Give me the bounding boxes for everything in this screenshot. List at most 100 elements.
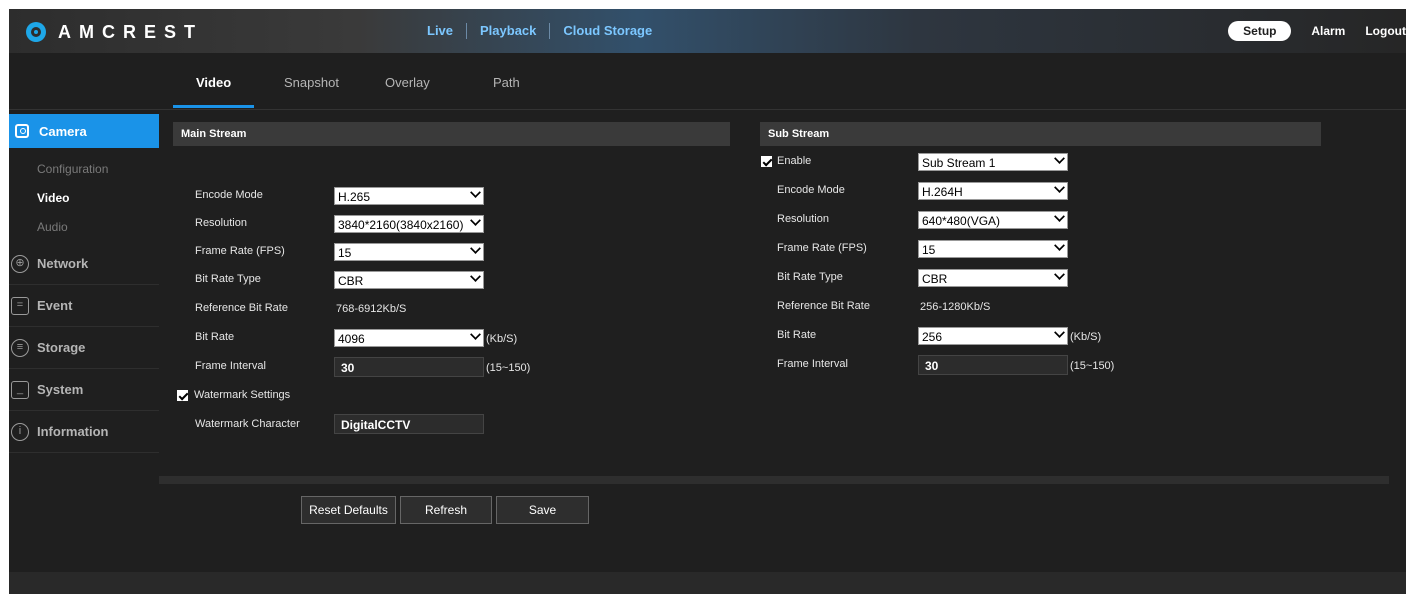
chevron-down-icon <box>470 329 481 340</box>
footer-bar <box>9 572 1406 594</box>
sidebar-item-label: Storage <box>37 340 86 355</box>
logo-text: AMCREST <box>58 21 203 42</box>
select-value: 256 <box>922 330 943 344</box>
sidebar-item-camera[interactable]: Camera <box>9 114 174 148</box>
sidebar-subitem-video[interactable]: Video <box>37 191 69 205</box>
chevron-down-icon <box>1054 182 1065 193</box>
alarm-link[interactable]: Alarm <box>1311 24 1345 38</box>
sidebar-item-label: Event <box>37 298 73 313</box>
app-window: AMCREST Live Playback Cloud Storage Setu… <box>9 9 1406 594</box>
info-icon: i <box>11 422 29 441</box>
main-frame-rate-select[interactable]: 15 <box>334 243 484 261</box>
main-bit-rate-unit: (Kb/S) <box>486 333 518 345</box>
sidebar-subitem-audio[interactable]: Audio <box>37 220 68 234</box>
select-value: Sub Stream 1 <box>922 156 996 170</box>
sidebar: Camera Configuration Video Audio ⊕ Netwo… <box>9 53 174 594</box>
chevron-down-icon <box>1054 240 1065 251</box>
sub-bit-rate-unit: (Kb/S) <box>1070 331 1102 343</box>
tab-bar: Video Snapshot Overlay Path <box>159 53 1406 110</box>
select-value: H.264H <box>922 185 963 199</box>
sidebar-item-label: Network <box>37 256 89 271</box>
sub-bit-rate-label: Bit Rate <box>777 329 817 341</box>
sidebar-item-network[interactable]: ⊕ Network <box>9 243 159 285</box>
sub-stream-header: Sub Stream <box>760 122 1321 146</box>
main-resolution-select[interactable]: 3840*2160(3840x2160) <box>334 215 484 233</box>
select-value: 15 <box>922 243 936 257</box>
chevron-down-icon <box>470 215 481 226</box>
nav-playback[interactable]: Playback <box>467 23 551 39</box>
select-value: 640*480(VGA) <box>922 214 1001 228</box>
settings-panel: Main Stream Encode Mode H.265 Resolution… <box>159 111 1406 561</box>
setup-button[interactable]: Setup <box>1228 21 1292 41</box>
save-button[interactable]: Save <box>496 496 589 524</box>
select-value: CBR <box>338 274 364 288</box>
chevron-down-icon <box>1054 153 1065 164</box>
sub-frame-interval-label: Frame Interval <box>777 358 848 370</box>
sub-bit-rate-type-select[interactable]: CBR <box>918 269 1068 287</box>
sub-encode-mode-select[interactable]: H.264H <box>918 182 1068 200</box>
sub-stream-enable-label: Enable <box>777 155 812 167</box>
main-ref-bit-rate-label: Reference Bit Rate <box>195 302 288 314</box>
sidebar-spacer <box>9 53 159 110</box>
main-bit-rate-type-label: Bit Rate Type <box>195 273 261 285</box>
select-value: 15 <box>338 246 352 260</box>
reset-defaults-button[interactable]: Reset Defaults <box>301 496 396 524</box>
sub-bit-rate-select[interactable]: 256 <box>918 327 1068 345</box>
main-frame-interval-range: (15~150) <box>486 362 531 374</box>
select-value: 3840*2160(3840x2160) <box>338 218 464 232</box>
sub-encode-mode-label: Encode Mode <box>777 184 845 196</box>
refresh-button[interactable]: Refresh <box>400 496 492 524</box>
logo: AMCREST <box>26 21 203 43</box>
nav-cloud-storage[interactable]: Cloud Storage <box>550 23 665 39</box>
sub-resolution-label: Resolution <box>777 213 829 225</box>
watermark-character-input[interactable]: DigitalCCTV <box>334 414 484 434</box>
sub-resolution-select[interactable]: 640*480(VGA) <box>918 211 1068 229</box>
tab-snapshot[interactable]: Snapshot <box>284 75 339 90</box>
tab-path[interactable]: Path <box>493 75 520 90</box>
chevron-down-icon <box>470 271 481 282</box>
sidebar-item-label: Camera <box>39 123 87 139</box>
right-nav: Setup Alarm Logout <box>1228 9 1406 53</box>
storage-icon: ≡ <box>11 338 29 357</box>
sub-stream-select[interactable]: Sub Stream 1 <box>918 153 1068 171</box>
main-bit-rate-type-select[interactable]: CBR <box>334 271 484 289</box>
top-bar: AMCREST Live Playback Cloud Storage Setu… <box>9 9 1406 53</box>
main-frame-rate-label: Frame Rate (FPS) <box>195 245 285 257</box>
monitor-icon: _ <box>11 380 29 399</box>
nav-live[interactable]: Live <box>414 23 468 39</box>
sidebar-subitem-configuration[interactable]: Configuration <box>37 162 108 176</box>
logout-link[interactable]: Logout <box>1365 24 1406 38</box>
sidebar-item-label: Information <box>37 424 109 439</box>
main-nav: Live Playback Cloud Storage <box>414 9 665 53</box>
sub-ref-bit-rate-label: Reference Bit Rate <box>777 300 870 312</box>
main-encode-mode-select[interactable]: H.265 <box>334 187 484 205</box>
globe-icon: ⊕ <box>11 254 29 273</box>
main-stream-header: Main Stream <box>173 122 730 146</box>
sidebar-item-information[interactable]: i Information <box>9 411 159 453</box>
sub-stream-enable-checkbox[interactable] <box>761 156 772 167</box>
sidebar-item-label: System <box>37 382 84 397</box>
sub-frame-rate-label: Frame Rate (FPS) <box>777 242 867 254</box>
main-frame-interval-input[interactable]: 30 <box>334 357 484 377</box>
chevron-down-icon <box>470 243 481 254</box>
sidebar-item-system[interactable]: _ System <box>9 369 159 411</box>
sub-bit-rate-type-label: Bit Rate Type <box>777 271 843 283</box>
sidebar-item-storage[interactable]: ≡ Storage <box>9 327 159 369</box>
tab-video[interactable]: Video <box>196 75 231 90</box>
watermark-checkbox[interactable] <box>177 390 188 401</box>
chevron-down-icon <box>1054 327 1065 338</box>
chevron-down-icon <box>1054 269 1065 280</box>
sub-frame-interval-range: (15~150) <box>1070 360 1115 372</box>
select-value: H.265 <box>338 190 371 204</box>
select-value: CBR <box>922 272 948 286</box>
sub-frame-rate-select[interactable]: 15 <box>918 240 1068 258</box>
tab-overlay[interactable]: Overlay <box>385 75 430 90</box>
sub-frame-interval-input[interactable]: 30 <box>918 355 1068 375</box>
section-divider <box>159 476 1389 484</box>
sidebar-item-event[interactable]: = Event <box>9 285 159 327</box>
main-bit-rate-label: Bit Rate <box>195 331 235 343</box>
main-resolution-label: Resolution <box>195 217 247 229</box>
amcrest-logo-icon <box>26 22 46 42</box>
main-bit-rate-select[interactable]: 4096 <box>334 329 484 347</box>
select-value: 4096 <box>338 332 365 346</box>
